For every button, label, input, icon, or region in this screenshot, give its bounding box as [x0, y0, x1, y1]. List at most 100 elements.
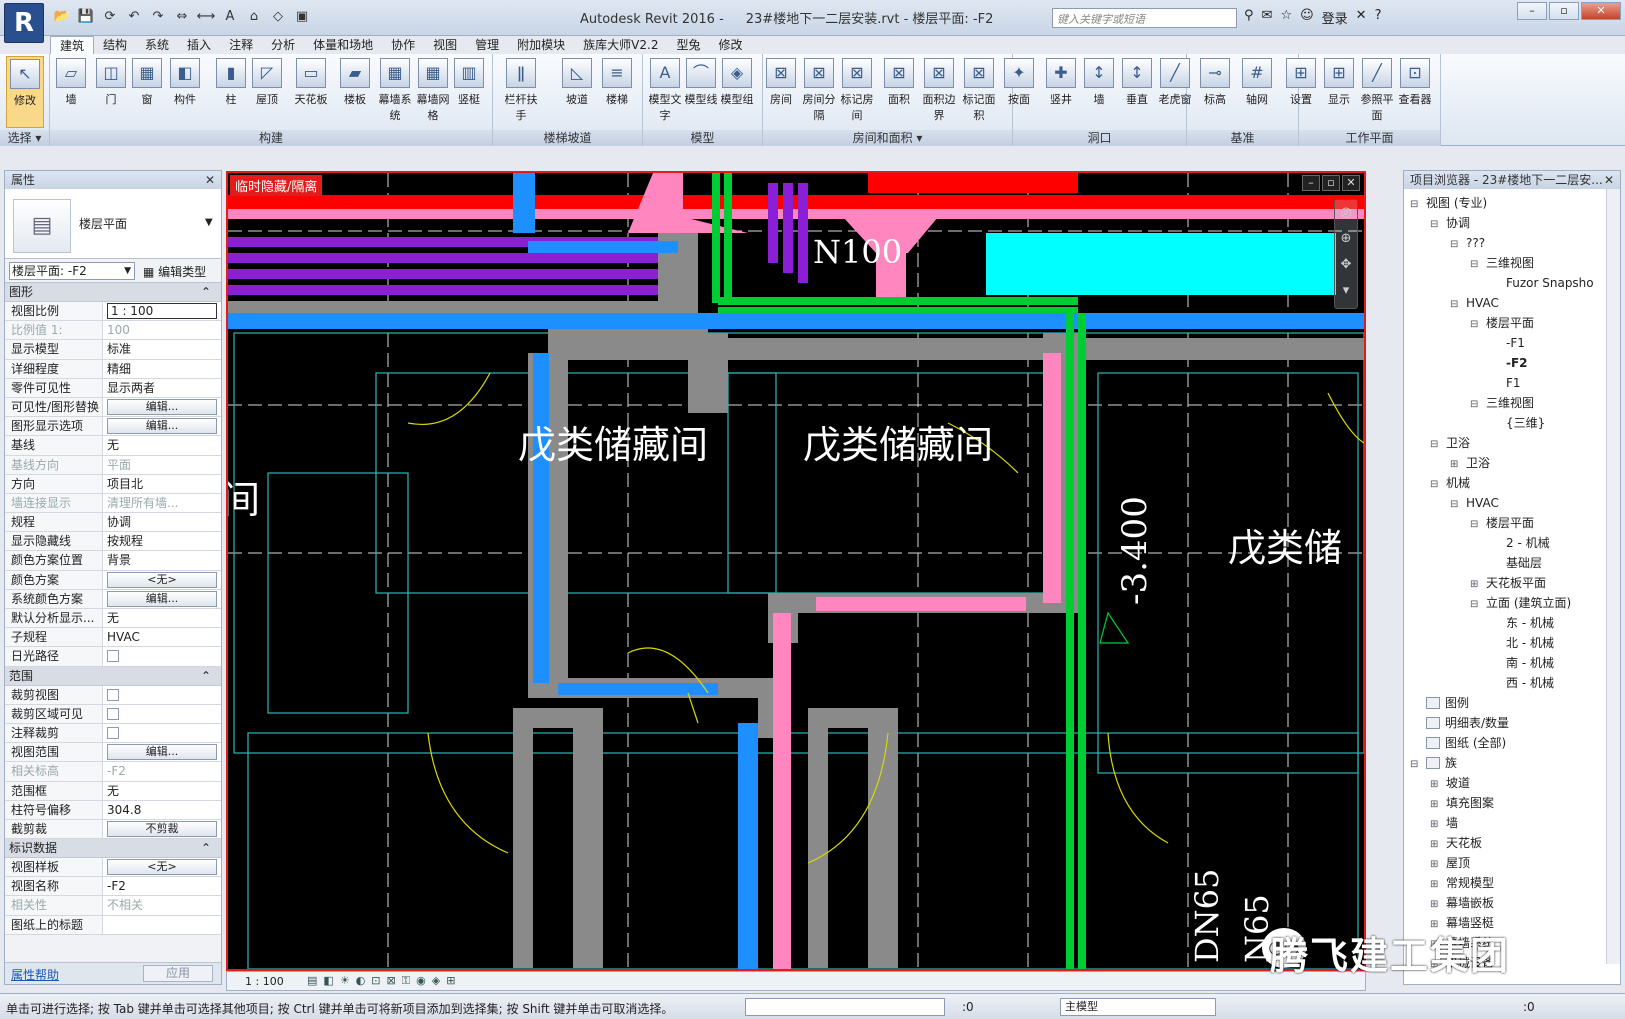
- ribbon-button-24[interactable]: ✦ 按面: [1000, 56, 1038, 128]
- floor-plan-canvas[interactable]: 戊类储藏间 戊类储藏间 戊类储 间 N100 -3.400 DN65 N65: [228, 173, 1364, 969]
- view-restore-button[interactable]: ▫: [1322, 175, 1340, 191]
- visual-style-icon[interactable]: ◧: [323, 974, 333, 988]
- tab-13[interactable]: 修改: [709, 36, 751, 54]
- property-value[interactable]: -F2: [103, 877, 221, 896]
- property-input[interactable]: 1 : 100: [107, 303, 217, 319]
- instance-dropdown[interactable]: 楼层平面: -F2 ▼: [9, 262, 135, 280]
- shadows-icon[interactable]: ◐: [356, 974, 366, 988]
- ribbon-button-32[interactable]: ⊞ 显示: [1320, 56, 1358, 128]
- browser-item[interactable]: ⊞ 幕墙嵌板: [1404, 893, 1620, 913]
- close-button[interactable]: ✕: [1581, 2, 1621, 20]
- ribbon-button-10[interactable]: ▦ 幕墙网格: [414, 56, 452, 128]
- steering-wheel-icon[interactable]: ◎: [1335, 200, 1357, 226]
- ribbon-button-16[interactable]: ⌒ 模型线: [682, 56, 720, 128]
- expand-toggle-icon[interactable]: ⊞: [1430, 855, 1440, 875]
- tab-2[interactable]: 系统: [136, 36, 178, 54]
- ribbon-button-23[interactable]: ⊠ 标记面积: [960, 56, 998, 128]
- maximize-button[interactable]: ▫: [1549, 2, 1579, 20]
- browser-item[interactable]: ⊟ 三维视图: [1404, 253, 1620, 273]
- expand-toggle-icon[interactable]: ⊟: [1450, 235, 1460, 255]
- communication-icon[interactable]: ✉: [1262, 8, 1273, 27]
- expand-toggle-icon[interactable]: ⊞: [1430, 895, 1440, 915]
- tab-4[interactable]: 注释: [220, 36, 262, 54]
- measure-icon[interactable]: ⇔: [172, 7, 192, 27]
- sync-icon[interactable]: ⟳: [100, 7, 120, 27]
- panel-title[interactable]: 模型: [643, 130, 762, 146]
- ribbon-button-5[interactable]: ▮ 柱: [212, 56, 250, 128]
- tab-9[interactable]: 管理: [466, 36, 508, 54]
- tab-0[interactable]: 建筑: [50, 36, 95, 54]
- ribbon-button-25[interactable]: ✚ 竖井: [1042, 56, 1080, 128]
- view-close-button[interactable]: ✕: [1342, 175, 1360, 191]
- ribbon-button-19[interactable]: ⊠ 房间分隔: [800, 56, 838, 128]
- pan-icon[interactable]: ✥: [1335, 252, 1357, 278]
- expand-toggle-icon[interactable]: ⊟: [1430, 435, 1440, 455]
- property-value[interactable]: 背景: [103, 551, 221, 570]
- browser-item[interactable]: -F1: [1404, 333, 1620, 353]
- edit-type-button[interactable]: ▦ 编辑类型: [143, 263, 206, 280]
- expand-toggle-icon[interactable]: ⊞: [1430, 795, 1440, 815]
- browser-item[interactable]: 明细表/数量: [1404, 713, 1620, 733]
- property-edit-button[interactable]: <无>: [107, 571, 217, 588]
- view-scale[interactable]: 1 : 100: [245, 975, 284, 988]
- tab-11[interactable]: 族库大师V2.2: [574, 36, 667, 54]
- dim-icon[interactable]: ⟷: [196, 7, 216, 27]
- hide-icon[interactable]: ◉: [416, 974, 426, 988]
- expand-toggle-icon[interactable]: ⊟: [1430, 475, 1440, 495]
- panel-title[interactable]: 选择 ▾: [0, 130, 49, 146]
- ribbon-button-30[interactable]: # 轴网: [1238, 56, 1276, 128]
- ribbon-button-3[interactable]: ▦ 窗: [128, 56, 166, 128]
- property-value[interactable]: 显示两者: [103, 378, 221, 397]
- browser-item[interactable]: ⊟ 视图 (专业): [1404, 193, 1620, 213]
- ribbon-button-1[interactable]: ▱ 墙: [52, 56, 90, 128]
- expand-toggle-icon[interactable]: ⊟: [1470, 315, 1480, 335]
- property-checkbox[interactable]: [107, 650, 119, 663]
- ribbon-button-9[interactable]: ▦ 幕墙系统: [376, 56, 414, 128]
- browser-item[interactable]: {三维}: [1404, 413, 1620, 433]
- login-link[interactable]: 登录: [1322, 8, 1348, 27]
- browser-item[interactable]: 图例: [1404, 693, 1620, 713]
- property-edit-button[interactable]: <无>: [107, 859, 217, 876]
- property-edit-button[interactable]: 编辑...: [107, 398, 217, 415]
- property-value[interactable]: 按规程: [103, 532, 221, 551]
- browser-item[interactable]: 南 - 机械: [1404, 653, 1620, 673]
- ribbon-button-17[interactable]: ◈ 模型组: [718, 56, 756, 128]
- browser-item[interactable]: ⊟ 族: [1404, 753, 1620, 773]
- property-checkbox[interactable]: [107, 726, 119, 739]
- section-icon[interactable]: ◇: [268, 7, 288, 27]
- browser-item[interactable]: ⊟ 立面 (建筑立面): [1404, 593, 1620, 613]
- ribbon-button-7[interactable]: ▭ 天花板: [292, 56, 330, 128]
- browser-item[interactable]: ⊞ 屋顶: [1404, 853, 1620, 873]
- crop-region-icon[interactable]: ⊠: [387, 974, 396, 988]
- section-extents[interactable]: 范围 ⌃: [5, 666, 221, 686]
- app-menu-button[interactable]: R: [4, 3, 44, 43]
- tab-5[interactable]: 分析: [262, 36, 304, 54]
- browser-item[interactable]: 西 - 机械: [1404, 673, 1620, 693]
- chevron-down-icon[interactable]: ▾: [1335, 278, 1357, 304]
- detail-level-icon[interactable]: ▤: [307, 974, 317, 988]
- property-edit-button[interactable]: 编辑...: [107, 418, 217, 435]
- ribbon-button-33[interactable]: ╱ 参照平面: [1358, 56, 1396, 128]
- binoculars-icon[interactable]: ⚲: [1244, 8, 1254, 27]
- section-graphics[interactable]: 图形 ⌃: [5, 283, 221, 302]
- ribbon-button-20[interactable]: ⊠ 标记房间: [838, 56, 876, 128]
- expand-toggle-icon[interactable]: ⊞: [1470, 575, 1480, 595]
- browser-item[interactable]: 图纸 (全部): [1404, 733, 1620, 753]
- text-icon[interactable]: A: [220, 7, 240, 27]
- ribbon-button-31[interactable]: ⊞ 设置: [1282, 56, 1320, 128]
- section-identity[interactable]: 标识数据 ⌃: [5, 839, 221, 859]
- property-value[interactable]: 无: [103, 781, 221, 800]
- property-value[interactable]: 项目北: [103, 474, 221, 493]
- panel-title[interactable]: 房间和面积 ▾: [763, 130, 1012, 146]
- property-value[interactable]: 协调: [103, 513, 221, 532]
- browser-item[interactable]: ⊟???: [1404, 233, 1620, 253]
- design-option-dropdown[interactable]: 主模型: [1060, 998, 1216, 1016]
- ribbon-button-11[interactable]: ▥ 竖梃: [450, 56, 488, 128]
- browser-item[interactable]: ⊞ 常规模型: [1404, 873, 1620, 893]
- property-value[interactable]: 无: [103, 436, 221, 455]
- browser-item[interactable]: ⊟ 机械: [1404, 473, 1620, 493]
- ribbon-button-13[interactable]: ◺ 坡道: [558, 56, 596, 128]
- tab-7[interactable]: 协作: [382, 36, 424, 54]
- expand-toggle-icon[interactable]: ⊟: [1450, 495, 1460, 515]
- close-icon[interactable]: ✕: [205, 171, 215, 189]
